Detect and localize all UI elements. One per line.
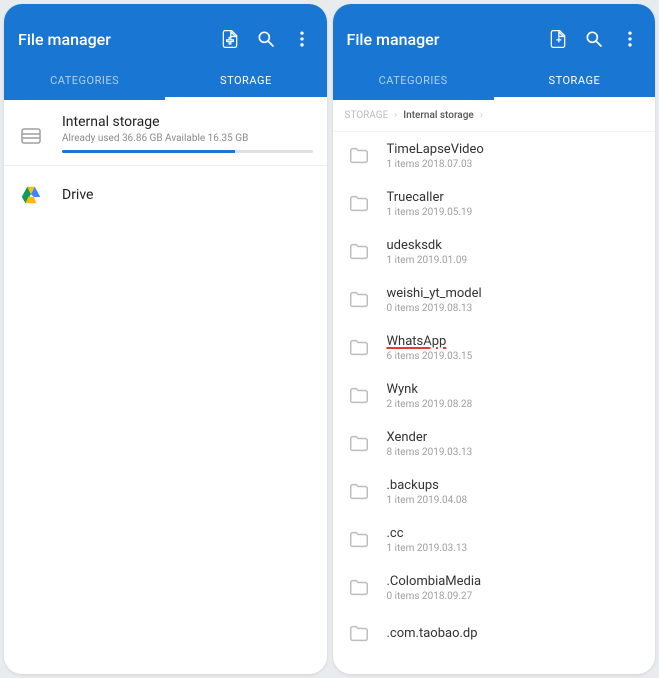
folder-icon bbox=[347, 240, 371, 264]
folder-icon bbox=[347, 432, 371, 456]
folder-row[interactable]: Truecaller 1 items 2019.05.19 bbox=[333, 180, 656, 228]
folder-name: TimeLapseVideo bbox=[387, 142, 642, 157]
breadcrumb: STORAGE › Internal storage › bbox=[333, 100, 656, 132]
folder-row[interactable]: .cc 1 item 2019.03.13 bbox=[333, 516, 656, 564]
drive-name: Drive bbox=[62, 187, 93, 203]
title-bar: File manager bbox=[333, 18, 656, 64]
breadcrumb-root[interactable]: STORAGE bbox=[345, 110, 389, 121]
drive-row[interactable]: Drive bbox=[4, 166, 327, 224]
internal-storage-name: Internal storage bbox=[62, 114, 313, 130]
folder-sub: 8 items 2019.03.13 bbox=[387, 447, 642, 458]
content: Internal storage Already used 36.86 GB A… bbox=[4, 100, 327, 674]
new-file-icon[interactable] bbox=[219, 28, 241, 50]
folder-row[interactable]: Wynk 2 items 2019.08.28 bbox=[333, 372, 656, 420]
folder-row[interactable]: .backups 1 item 2019.04.08 bbox=[333, 468, 656, 516]
folder-row[interactable]: weishi_yt_model 0 items 2019.08.13 bbox=[333, 276, 656, 324]
content: STORAGE › Internal storage › TimeLapseVi… bbox=[333, 100, 656, 674]
tabs: CATEGORIES STORAGE bbox=[4, 64, 327, 100]
folder-sub: 6 items 2019.03.15 bbox=[387, 351, 642, 362]
folder-icon bbox=[347, 192, 371, 216]
folder-icon bbox=[347, 622, 371, 646]
tab-categories[interactable]: CATEGORIES bbox=[4, 64, 165, 100]
folder-name: WhatsApp bbox=[387, 334, 642, 349]
tab-categories[interactable]: CATEGORIES bbox=[333, 64, 494, 100]
search-icon[interactable] bbox=[255, 28, 277, 50]
folder-name: Xender bbox=[387, 430, 642, 445]
folder-sub: 0 items 2019.08.13 bbox=[387, 303, 642, 314]
folder-sub: 1 items 2018.07.03 bbox=[387, 159, 642, 170]
folder-sub: 0 items 2018.09.27 bbox=[387, 591, 642, 602]
folder-icon bbox=[347, 288, 371, 312]
folder-name: .com.taobao.dp bbox=[387, 626, 642, 641]
tabs: CATEGORIES STORAGE bbox=[333, 64, 656, 100]
tab-storage[interactable]: STORAGE bbox=[494, 64, 655, 100]
folder-icon bbox=[347, 144, 371, 168]
search-icon[interactable] bbox=[583, 28, 605, 50]
folder-sub: 1 item 2019.04.08 bbox=[387, 495, 642, 506]
internal-storage-sub: Already used 36.86 GB Available 16.35 GB bbox=[62, 133, 313, 144]
folder-name: .cc bbox=[387, 526, 642, 541]
chevron-right-icon: › bbox=[394, 110, 397, 121]
folder-row[interactable]: udesksdk 1 item 2019.01.09 bbox=[333, 228, 656, 276]
folder-sub: 1 item 2019.03.13 bbox=[387, 543, 642, 554]
new-file-icon[interactable] bbox=[547, 28, 569, 50]
internal-storage-row[interactable]: Internal storage Already used 36.86 GB A… bbox=[4, 100, 327, 166]
folder-row[interactable]: .com.taobao.dp bbox=[333, 612, 656, 656]
tab-storage[interactable]: STORAGE bbox=[165, 64, 326, 100]
breadcrumb-current[interactable]: Internal storage bbox=[403, 110, 473, 121]
folder-name: .backups bbox=[387, 478, 642, 493]
folder-name: Truecaller bbox=[387, 190, 642, 205]
folder-name: weishi_yt_model bbox=[387, 286, 642, 301]
more-icon[interactable] bbox=[619, 28, 641, 50]
folder-icon bbox=[347, 528, 371, 552]
more-icon[interactable] bbox=[291, 28, 313, 50]
title-bar: File manager bbox=[4, 18, 327, 64]
folder-name: Wynk bbox=[387, 382, 642, 397]
drive-icon bbox=[18, 182, 44, 208]
phone-left: File manager CATEGORIES STORAGE Internal… bbox=[4, 4, 327, 674]
chevron-right-icon: › bbox=[480, 110, 483, 121]
storage-progress-bar bbox=[62, 150, 235, 153]
app-header: File manager CATEGORIES STORAGE bbox=[4, 4, 327, 100]
folder-sub: 1 item 2019.01.09 bbox=[387, 255, 642, 266]
folder-name: .ColombiaMedia bbox=[387, 574, 642, 589]
internal-storage-icon bbox=[18, 123, 44, 149]
storage-progress bbox=[62, 150, 313, 153]
folder-icon bbox=[347, 336, 371, 360]
folder-row[interactable]: Xender 8 items 2019.03.13 bbox=[333, 420, 656, 468]
folder-icon bbox=[347, 480, 371, 504]
folder-row[interactable]: WhatsApp 6 items 2019.03.15 bbox=[333, 324, 656, 372]
folder-list[interactable]: TimeLapseVideo 1 items 2018.07.03 Truecall… bbox=[333, 132, 656, 674]
app-title: File manager bbox=[18, 30, 205, 49]
app-title: File manager bbox=[347, 30, 534, 49]
folder-sub: 1 items 2019.05.19 bbox=[387, 207, 642, 218]
folder-row[interactable]: TimeLapseVideo 1 items 2018.07.03 bbox=[333, 132, 656, 180]
folder-name: udesksdk bbox=[387, 238, 642, 253]
folder-icon bbox=[347, 576, 371, 600]
folder-icon bbox=[347, 384, 371, 408]
folder-row[interactable]: .ColombiaMedia 0 items 2018.09.27 bbox=[333, 564, 656, 612]
phone-right: File manager CATEGORIES STORAGE STORAGE … bbox=[333, 4, 656, 674]
folder-sub: 2 items 2019.08.28 bbox=[387, 399, 642, 410]
app-header: File manager CATEGORIES STORAGE bbox=[333, 4, 656, 100]
